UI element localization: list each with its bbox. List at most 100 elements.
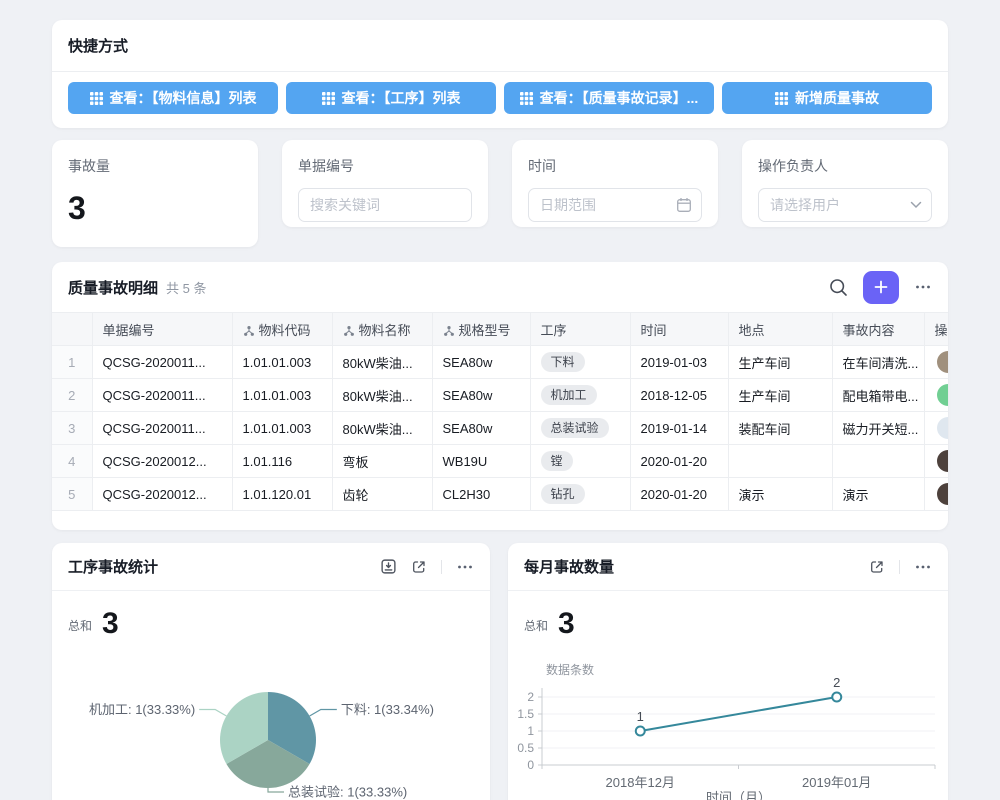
table-row[interactable]: 1QCSG-2020011...1.01.01.00380kW柴油...SEA8… <box>52 346 948 379</box>
more-button[interactable] <box>914 278 932 296</box>
column-header[interactable]: 事故内容 <box>832 313 924 346</box>
avatar <box>937 417 949 439</box>
pie-label-connector <box>310 710 337 717</box>
cell: 磁力开关短... <box>832 412 924 445</box>
filter-row: 事故量 3 单据编号 时间 操作负责人 <box>52 140 948 247</box>
grid-icon <box>775 92 788 105</box>
grid-icon <box>322 92 335 105</box>
table-header-bar: 质量事故明细 共 5 条 <box>52 262 948 312</box>
column-header[interactable]: 单据编号 <box>92 313 232 346</box>
shortcut-button[interactable]: 新增质量事故 <box>722 82 932 114</box>
more-icon <box>914 558 932 576</box>
chevron-down-icon[interactable] <box>910 201 922 209</box>
cell: 2020-01-20 <box>630 445 728 478</box>
search-button[interactable] <box>829 278 848 297</box>
x-tick-label: 2018年12月 <box>606 775 675 790</box>
more-icon <box>914 278 932 296</box>
process-tag: 下料 <box>541 352 585 372</box>
shortcut-button[interactable]: 查看：【物料信息】列表 <box>68 82 278 114</box>
process-chart-title: 工序事故统计 <box>68 556 158 577</box>
column-header-label: 操作负责人 <box>935 323 949 338</box>
process-chart-tools <box>380 558 474 576</box>
table-title: 质量事故明细 <box>68 277 158 298</box>
cell: 总装试验 <box>530 412 630 445</box>
link-icon <box>443 325 455 337</box>
add-record-button[interactable] <box>863 271 899 304</box>
monthly-chart-tools <box>869 558 932 576</box>
avatar <box>937 483 949 505</box>
operator-label: 操作负责人 <box>758 156 932 176</box>
data-point[interactable] <box>832 693 841 702</box>
cell: 下料 <box>530 346 630 379</box>
more-button[interactable] <box>914 558 932 576</box>
more-button[interactable] <box>456 558 474 576</box>
pie-label: 总装试验: 1(33.33%) <box>288 785 407 800</box>
cell: 1.01.01.003 <box>232 412 332 445</box>
process-tag: 总装试验 <box>541 418 609 438</box>
process-tag: 机加工 <box>541 385 597 405</box>
sum-value: 3 <box>558 609 575 639</box>
cell <box>924 445 948 478</box>
pie-label: 机加工: 1(33.33%) <box>89 702 195 717</box>
operator-select[interactable] <box>758 188 932 222</box>
expand-button[interactable] <box>869 559 885 575</box>
cell: 2 <box>52 379 92 412</box>
add-icon <box>873 279 889 295</box>
cell: 生产车间 <box>728 346 832 379</box>
y-axis-title: 数据条数 <box>546 662 594 677</box>
data-point[interactable] <box>636 727 645 736</box>
expand-icon <box>869 559 885 575</box>
column-header[interactable]: 物料名称 <box>332 313 432 346</box>
download-icon <box>380 558 397 575</box>
column-header[interactable] <box>52 313 92 346</box>
table-row[interactable]: 2QCSG-2020011...1.01.01.00380kW柴油...SEA8… <box>52 379 948 412</box>
column-header[interactable]: 规格型号 <box>432 313 530 346</box>
more-icon <box>456 558 474 576</box>
table-scroll-area[interactable]: 单据编号 物料代码 物料名称规格型号工序时间地点 事故内容操作负责人 1QCSG-202… <box>52 312 948 511</box>
shortcut-button[interactable]: 查看：【工序】列表 <box>286 82 496 114</box>
cell: 演示 <box>728 478 832 511</box>
column-header[interactable]: 操作负责人 <box>924 313 948 346</box>
column-header[interactable]: 工序 <box>530 313 630 346</box>
sum-label: 总和 <box>68 617 92 639</box>
cell <box>924 478 948 511</box>
process-chart-summary: 总和 3 <box>52 591 490 639</box>
monthly-chart-card: 每月事故数量 总和 3 00.511.52数据条数时间（月）2018年12月20… <box>508 543 948 800</box>
incident-count-card: 事故量 3 <box>52 140 258 247</box>
shortcut-button[interactable]: 查看：【质量事故记录】... <box>504 82 714 114</box>
cell: 演示 <box>832 478 924 511</box>
value-label: 1 <box>637 709 644 724</box>
table-row[interactable]: 4QCSG-2020012...1.01.116弯板WB19U镗2020-01-… <box>52 445 948 478</box>
grid-icon <box>90 92 103 105</box>
column-header-label: 物料代码 <box>259 323 311 338</box>
doc-no-search-input[interactable] <box>298 188 472 222</box>
cell: 弯板 <box>332 445 432 478</box>
cell: 镗 <box>530 445 630 478</box>
cell: 80kW柴油... <box>332 346 432 379</box>
table-toolbar <box>829 271 932 304</box>
shortcuts-card: 快捷方式 查看：【物料信息】列表查看：【工序】列表查看：【质量事故记录】...新… <box>52 20 948 128</box>
cell: QCSG-2020012... <box>92 478 232 511</box>
calendar-icon[interactable] <box>676 197 692 213</box>
shortcut-button-label: 查看：【工序】列表 <box>342 88 461 108</box>
avatar <box>937 450 949 472</box>
cell: 2018-12-05 <box>630 379 728 412</box>
y-tick-label: 0.5 <box>517 741 534 755</box>
cell: QCSG-2020011... <box>92 346 232 379</box>
process-chart-card: 工序事故统计 总和 3 下料: 1(33.34%)总装试验: 1(33.33%)… <box>52 543 490 800</box>
divider <box>899 560 900 574</box>
shortcut-button-label: 查看：【质量事故记录】... <box>540 88 699 108</box>
column-header-label: 地点 <box>739 323 765 338</box>
column-header[interactable]: 物料代码 <box>232 313 332 346</box>
table-row[interactable]: 3QCSG-2020011...1.01.01.00380kW柴油...SEA8… <box>52 412 948 445</box>
cell <box>832 445 924 478</box>
process-tag: 镗 <box>541 451 573 471</box>
column-header[interactable]: 地点 <box>728 313 832 346</box>
download-button[interactable] <box>380 558 397 575</box>
table-row[interactable]: 5QCSG-2020012...1.01.120.01齿轮CL2H30钻孔202… <box>52 478 948 511</box>
cell: 钻孔 <box>530 478 630 511</box>
cell: CL2H30 <box>432 478 530 511</box>
expand-button[interactable] <box>411 559 427 575</box>
avatar <box>937 351 949 373</box>
column-header[interactable]: 时间 <box>630 313 728 346</box>
